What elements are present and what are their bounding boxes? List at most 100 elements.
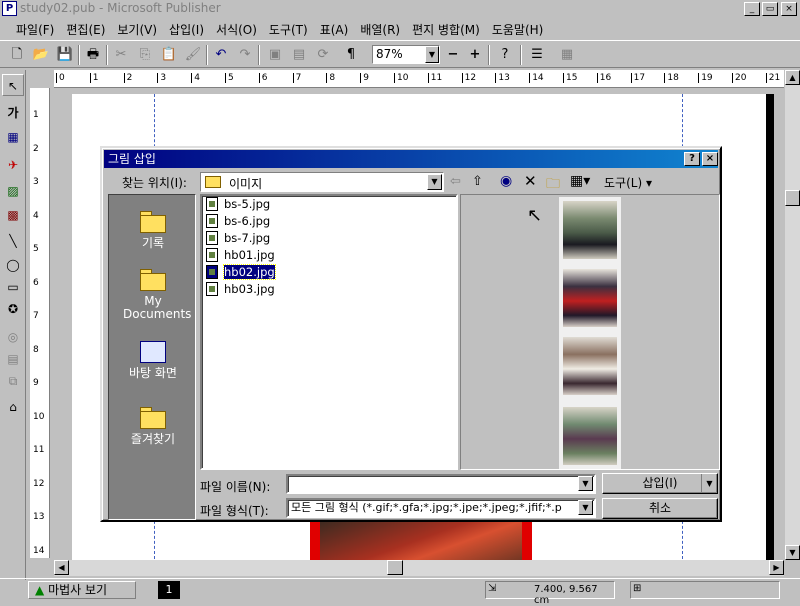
back-icon[interactable]: ⇦ — [450, 174, 461, 189]
scroll-down-icon[interactable]: ▼ — [785, 545, 800, 560]
wordart-icon[interactable]: ✈ — [2, 154, 24, 176]
list-item[interactable]: bs-6.jpg — [206, 213, 270, 229]
chevron-down-icon[interactable]: ▼ — [425, 46, 439, 63]
coords-text: 7.400, 9.567 cm — [534, 584, 598, 606]
filename-label: 파일 이름(N): — [200, 480, 271, 494]
search-web-icon[interactable]: ◉ — [500, 173, 512, 189]
paste-icon[interactable]: 📋 — [158, 44, 180, 66]
filetype-label: 파일 형식(T): — [200, 504, 269, 518]
ruler-tick-label: 9 — [33, 378, 39, 388]
toolbar-options-icon[interactable]: ☰ — [526, 44, 548, 66]
delete-icon[interactable]: ✕ — [524, 172, 537, 190]
desktop-icon — [138, 339, 168, 363]
place-label: 즐겨찾기 — [130, 432, 176, 446]
chevron-down-icon[interactable]: ▼ — [578, 476, 593, 491]
picture-frame-icon[interactable]: ▨ — [2, 180, 24, 202]
new-icon[interactable]: 🗋 — [6, 44, 28, 66]
menu-edit[interactable]: 편집(E) — [60, 21, 111, 38]
menu-view[interactable]: 보기(V) — [111, 21, 163, 38]
list-item-selected[interactable]: hb02.jpg — [206, 264, 276, 280]
pilcrow-icon[interactable]: ¶ — [340, 44, 362, 66]
up-folder-icon[interactable]: ⇧ — [472, 174, 483, 189]
menu-format[interactable]: 서식(O) — [210, 21, 263, 38]
scroll-right-icon[interactable]: ▶ — [769, 560, 784, 575]
redo-icon[interactable]: ↷ — [234, 44, 256, 66]
list-item[interactable]: hb01.jpg — [206, 247, 275, 263]
bring-to-front-icon[interactable]: ▣ — [264, 44, 286, 66]
ruler-tick-label: 2 — [33, 143, 39, 154]
menu-table[interactable]: 표(A) — [314, 21, 355, 38]
restore-button[interactable]: ▭ — [762, 2, 778, 16]
scroll-left-icon[interactable]: ◀ — [54, 560, 69, 575]
text-frame-icon[interactable]: 가 — [2, 102, 24, 124]
show-wizard-button[interactable]: ▲ 마법사 보기 — [28, 581, 136, 599]
print-icon[interactable]: 🖶 — [82, 44, 104, 66]
zoom-in-icon[interactable]: + — [464, 44, 486, 66]
chevron-down-icon[interactable]: ▼ — [427, 174, 442, 190]
publisher-app-icon[interactable]: P — [2, 1, 17, 16]
design-gallery-icon[interactable]: ⌂ — [2, 396, 24, 418]
horizontal-ruler[interactable]: 0 1 2 3 4 5 6 7 8 9 10 11 12 13 14 15 16 17 18 19 20 21 — [54, 70, 784, 88]
menu-mail-merge[interactable]: 편지 병합(M) — [406, 21, 486, 38]
html-code-icon[interactable]: ⧉ — [2, 370, 24, 392]
hotspot-icon[interactable]: ▤ — [2, 348, 24, 370]
dialog-help-button[interactable]: ? — [684, 152, 700, 166]
undo-icon[interactable]: ↶ — [210, 44, 232, 66]
menu-tools[interactable]: 도구(T) — [263, 21, 314, 38]
insert-button[interactable]: 삽입(I) ▼ — [602, 473, 718, 494]
save-icon[interactable]: 💾 — [54, 44, 76, 66]
horizontal-scroll-thumb[interactable] — [387, 560, 403, 575]
oval-icon[interactable]: ◯ — [2, 254, 24, 276]
close-button[interactable]: × — [781, 2, 797, 16]
send-to-back-icon[interactable]: ▤ — [288, 44, 310, 66]
look-in-select[interactable]: 이미지 ▼ — [200, 172, 444, 192]
table-frame-icon[interactable]: ▦ — [2, 126, 24, 148]
filetype-select[interactable]: 모든 그림 형식 (*.gif;*.gfa;*.jpg;*.jpe;*.jpeg… — [286, 498, 596, 518]
pointer-icon[interactable]: ↖ — [2, 74, 24, 96]
cut-icon[interactable]: ✂ — [110, 44, 132, 66]
help-icon[interactable]: ? — [494, 44, 516, 66]
properties-icon[interactable]: ▦ — [556, 44, 578, 66]
copy-icon[interactable]: ⎘ — [134, 44, 156, 66]
vertical-scroll-thumb[interactable] — [785, 190, 800, 206]
ruler-tick-label: 14 — [33, 545, 45, 556]
clip-gallery-icon[interactable]: ▩ — [2, 204, 24, 226]
picture-content[interactable] — [320, 520, 522, 560]
place-my-documents[interactable]: My Documents — [109, 267, 197, 321]
custom-shapes-icon[interactable]: ✪ — [2, 298, 24, 320]
format-painter-icon[interactable]: 🖌 — [182, 44, 204, 66]
cancel-button[interactable]: 취소 — [602, 498, 718, 519]
place-favorites[interactable]: 즐겨찾기 — [109, 405, 197, 446]
vertical-scrollbar[interactable]: ▲ ▼ — [785, 70, 800, 560]
horizontal-scrollbar[interactable]: ◀ ▶ — [54, 560, 784, 576]
menu-help[interactable]: 도움말(H) — [486, 21, 550, 38]
filename-input[interactable]: ▼ — [286, 474, 596, 494]
place-desktop[interactable]: 바탕 화면 — [109, 339, 197, 380]
list-item[interactable]: hb03.jpg — [206, 281, 275, 297]
menu-arrange[interactable]: 배열(R) — [354, 21, 406, 38]
rotate-icon[interactable]: ⟳ — [312, 44, 334, 66]
menu-insert[interactable]: 삽입(I) — [163, 21, 210, 38]
dialog-close-button[interactable]: × — [702, 152, 718, 166]
rectangle-icon[interactable]: ▭ — [2, 276, 24, 298]
vertical-ruler[interactable]: 123456789101112131415 — [30, 88, 50, 558]
list-item[interactable]: bs-5.jpg — [206, 196, 270, 212]
scroll-up-icon[interactable]: ▲ — [785, 70, 800, 85]
form-control-icon[interactable]: ◎ — [2, 326, 24, 348]
views-icon[interactable]: ▦▾ — [570, 173, 590, 189]
tools-menu[interactable]: 도구(L) ▾ — [604, 174, 652, 191]
minimize-button[interactable]: _ — [744, 2, 760, 16]
menu-file[interactable]: 파일(F) — [10, 21, 60, 38]
place-history[interactable]: 기록 — [109, 209, 197, 250]
insert-options-chevron-icon[interactable]: ▼ — [701, 474, 717, 493]
list-item[interactable]: bs-7.jpg — [206, 230, 270, 246]
open-icon[interactable]: 📂 — [30, 44, 52, 66]
chevron-down-icon[interactable]: ▼ — [578, 500, 593, 515]
ruler-tick-label: 13 — [33, 512, 45, 522]
page-navigator[interactable]: 1 — [158, 581, 180, 599]
file-list[interactable]: bs-5.jpg bs-6.jpg bs-7.jpg hb01.jpg hb02… — [200, 194, 458, 470]
ruler-tick-label: 11 — [33, 445, 45, 455]
zoom-out-icon[interactable]: − — [442, 44, 464, 66]
line-icon[interactable]: ╲ — [2, 230, 24, 252]
ruler-corner[interactable] — [30, 70, 52, 88]
